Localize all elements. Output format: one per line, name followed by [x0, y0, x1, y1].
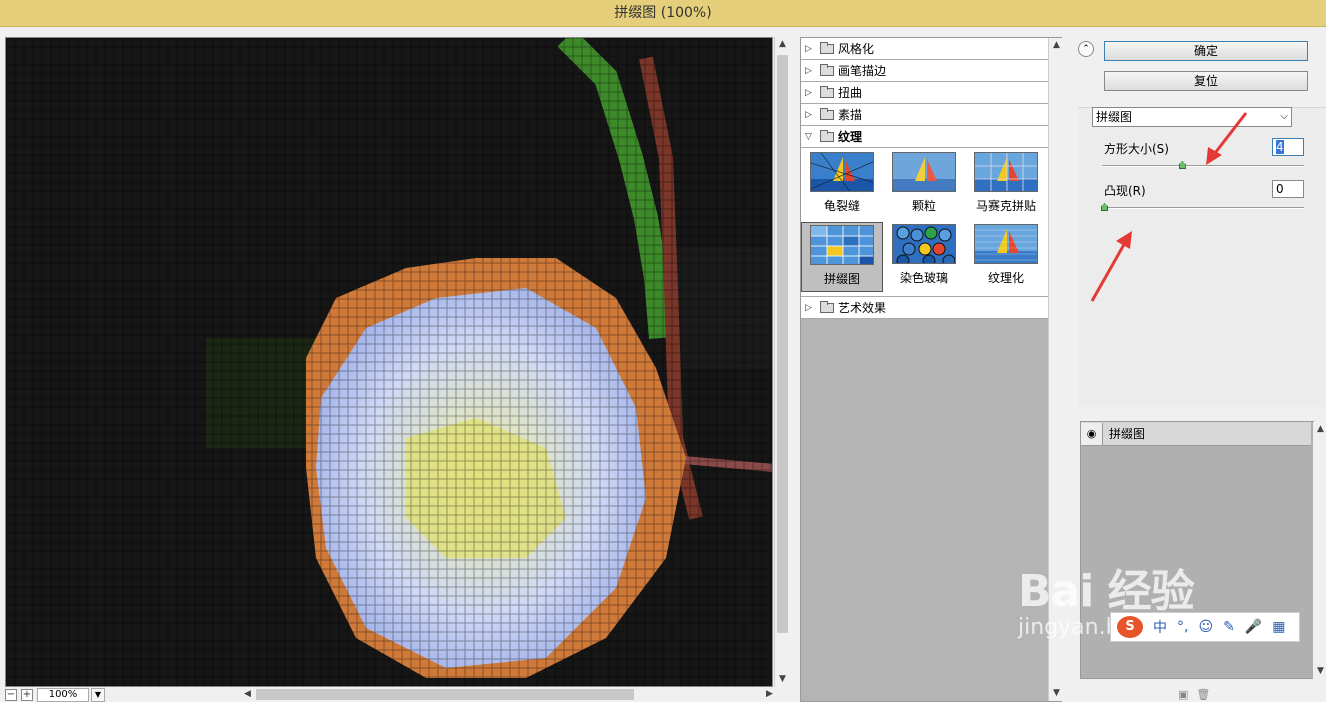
filter-label: 染色玻璃: [899, 271, 948, 285]
filter-label: 颗粒: [911, 199, 936, 213]
category-stylize[interactable]: ▷ 风格化: [801, 38, 1048, 60]
ime-toolbar: S 中 °, ☺ ✎ 🎤 ▦: [1110, 612, 1300, 642]
filter-label: 纹理化: [987, 271, 1024, 285]
scroll-thumb[interactable]: [256, 689, 634, 700]
filter-label: 龟裂缝: [823, 199, 860, 213]
collapse-gallery-icon[interactable]: ⌃: [1078, 41, 1094, 57]
pen-icon[interactable]: ✎: [1223, 619, 1235, 635]
category-texture[interactable]: ▽ 纹理: [801, 126, 1048, 148]
square-size-input[interactable]: 4: [1272, 138, 1304, 156]
triangle-right-icon: ▷: [805, 65, 812, 76]
filter-mosaic-tiles[interactable]: 马赛克拼贴: [965, 150, 1047, 220]
effect-layer[interactable]: ◉ 拼缀图: [1081, 422, 1311, 446]
layers-scrollbar[interactable]: ▲ ▼: [1313, 422, 1326, 680]
eye-icon[interactable]: ◉: [1081, 422, 1103, 445]
window-title: 拼缀图 (100%): [0, 0, 1326, 27]
scroll-up-icon[interactable]: ▲: [1049, 38, 1064, 53]
zoom-dropdown-icon[interactable]: ▼: [91, 687, 105, 702]
filter-preview-thumbnail: [810, 225, 874, 265]
filter-preview-thumbnail: [810, 152, 874, 192]
folder-open-icon: [820, 129, 834, 142]
triangle-right-icon: ▷: [805, 109, 812, 120]
category-brush-strokes[interactable]: ▷ 画笔描边: [801, 60, 1048, 82]
preview-image[interactable]: [5, 37, 773, 687]
triangle-down-icon: ▽: [805, 131, 812, 142]
category-sketch[interactable]: ▷ 素描: [801, 104, 1048, 126]
filter-preview-thumbnail: [974, 152, 1038, 192]
ok-button[interactable]: 确定: [1104, 41, 1308, 61]
grid-icon[interactable]: ▦: [1272, 619, 1285, 635]
zoom-out-button[interactable]: −: [5, 688, 17, 701]
scroll-right-icon[interactable]: ▶: [762, 687, 777, 702]
filter-grain[interactable]: 颗粒: [883, 150, 965, 220]
layer-tools: ▣🗑: [1178, 688, 1218, 701]
scroll-thumb[interactable]: [777, 55, 788, 633]
chevron-down-icon: ⌵: [1280, 111, 1288, 122]
relief-label: 凸现(R): [1104, 184, 1146, 198]
category-distort[interactable]: ▷ 扭曲: [801, 82, 1048, 104]
scroll-down-icon[interactable]: ▼: [775, 672, 790, 687]
triangle-right-icon: ▷: [805, 43, 812, 54]
preview-status-bar: − + 100% ▼ ◀ ▶: [5, 687, 790, 702]
zoom-in-button[interactable]: +: [21, 688, 33, 701]
scroll-up-icon[interactable]: ▲: [1313, 422, 1326, 437]
relief-slider[interactable]: [1101, 203, 1304, 211]
folder-icon: [820, 107, 834, 120]
filter-preview-thumbnail: [974, 224, 1038, 264]
filter-label: 拼缀图: [823, 272, 860, 286]
scroll-up-icon[interactable]: ▲: [775, 37, 790, 52]
square-size-label: 方形大小(S): [1104, 142, 1169, 156]
category-artistic[interactable]: ▷ 艺术效果: [801, 297, 1048, 319]
sogou-icon[interactable]: S: [1117, 616, 1143, 638]
folder-icon: [820, 85, 834, 98]
folder-icon: [820, 300, 834, 313]
microphone-icon[interactable]: 🎤: [1245, 619, 1262, 635]
scroll-down-icon[interactable]: ▼: [1049, 686, 1064, 701]
punctuation-icon[interactable]: °,: [1177, 619, 1188, 635]
filter-texturizer[interactable]: 纹理化: [965, 222, 1047, 292]
folder-icon: [820, 41, 834, 54]
preview-vertical-scrollbar[interactable]: ▲ ▼: [774, 37, 789, 687]
texture-filter-grid: 龟裂缝 颗粒 马赛克拼贴 拼缀图 染色玻璃 纹理化: [801, 148, 1048, 297]
triangle-right-icon: ▷: [805, 302, 812, 313]
filter-patchwork[interactable]: 拼缀图: [801, 222, 883, 292]
relief-input[interactable]: 0: [1272, 180, 1304, 198]
filter-stained-glass[interactable]: 染色玻璃: [883, 222, 965, 292]
scroll-left-icon[interactable]: ◀: [240, 687, 255, 702]
annotation-arrow-icon: [1206, 112, 1248, 165]
filter-craquelure[interactable]: 龟裂缝: [801, 150, 883, 220]
filter-select[interactable]: 拼缀图 ⌵: [1092, 107, 1292, 127]
zoom-level[interactable]: 100%: [37, 687, 89, 702]
annotation-arrow-icon: [1090, 231, 1132, 302]
trash-icon[interactable]: 🗑: [1196, 688, 1218, 701]
reset-button[interactable]: 复位: [1104, 71, 1308, 91]
emoji-icon[interactable]: ☺: [1198, 619, 1213, 635]
filter-label: 马赛克拼贴: [975, 199, 1036, 213]
new-layer-icon[interactable]: ▣: [1178, 688, 1196, 701]
filter-preview-thumbnail: [892, 224, 956, 264]
folder-icon: [820, 63, 834, 76]
filter-preview-thumbnail: [892, 152, 956, 192]
scroll-down-icon[interactable]: ▼: [1313, 664, 1326, 679]
preview-horizontal-scrollbar[interactable]: ◀ ▶: [242, 687, 777, 702]
triangle-right-icon: ▷: [805, 87, 812, 98]
ime-language[interactable]: 中: [1153, 617, 1167, 637]
preview-area: ▲ ▼ − + 100% ▼ ◀ ▶: [0, 27, 795, 702]
